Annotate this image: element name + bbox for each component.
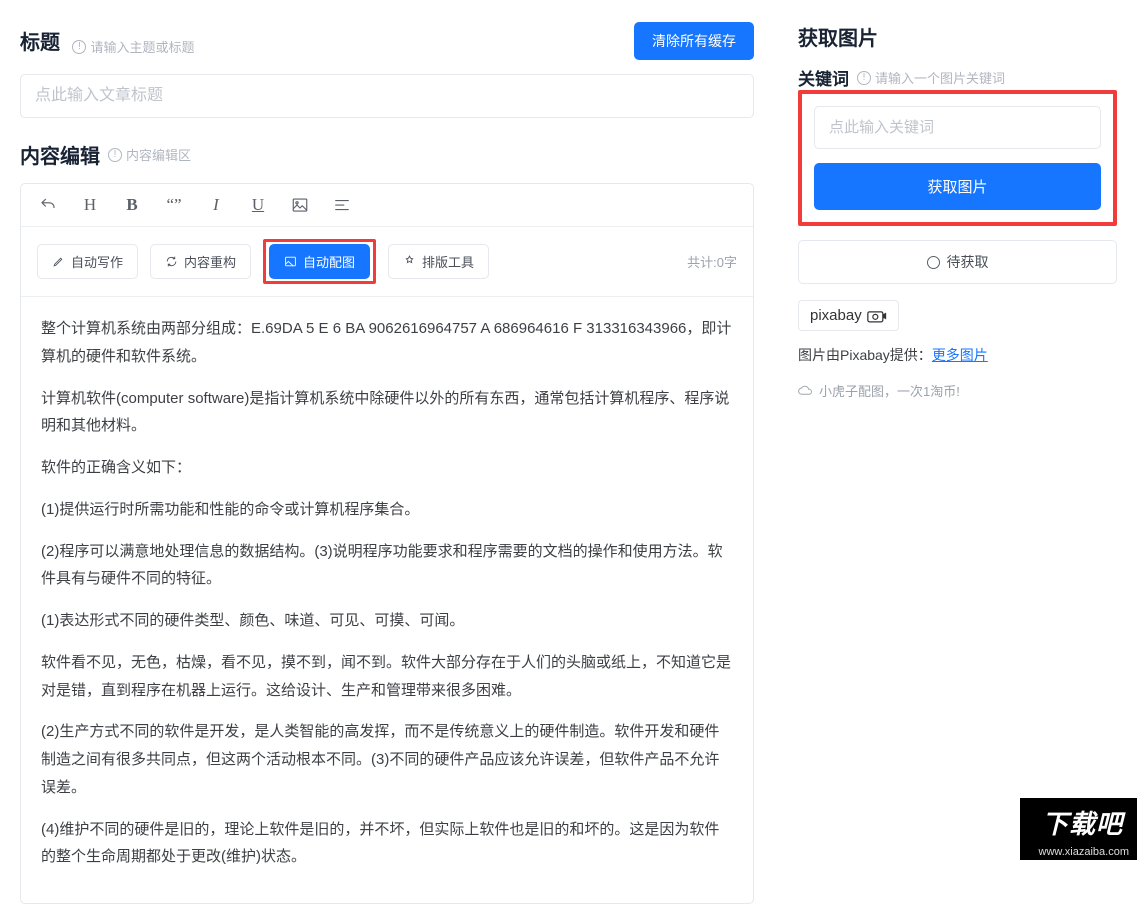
quote-button[interactable]: “” (163, 194, 185, 216)
paragraph: 整个计算机系统由两部分组成：E.69DA 5 E 6 BA 9062616964… (41, 315, 733, 371)
title-section-header: 标题 ! 请输入主题或标题 清除所有缓存 (20, 22, 754, 60)
align-button[interactable] (331, 194, 353, 216)
paragraph: 软件的正确含义如下： (41, 454, 733, 482)
undo-button[interactable] (37, 194, 59, 216)
image-button[interactable] (289, 194, 311, 216)
article-title-input[interactable] (20, 74, 754, 118)
paragraph: (2)程序可以满意地处理信息的数据结构。(3)说明程序功能要求和程序需要的文档的… (41, 538, 733, 594)
image-icon (284, 255, 297, 268)
format-toolbar: H B “” I U (21, 184, 753, 227)
editor-container: H B “” I U 自动写作 内容重构 自动配图 (20, 183, 754, 904)
keyword-hint: ! 请输入一个图片关键词 (857, 68, 1005, 87)
paragraph: (2)生产方式不同的软件是开发，是人类智能的高发挥，而不是传统意义上的硬件制造。… (41, 718, 733, 801)
heading-button[interactable]: H (79, 194, 101, 216)
editor-section-header: 内容编辑 ! 内容编辑区 (20, 140, 754, 169)
paragraph: (1)表达形式不同的硬件类型、颜色、味道、可见、可摸、可闻。 (41, 607, 733, 635)
more-images-link[interactable]: 更多图片 (932, 347, 988, 363)
keyword-highlight-box: 获取图片 (798, 90, 1117, 226)
keyword-header: 关键词 ! 请输入一个图片关键词 (798, 65, 1117, 90)
info-icon: ! (108, 148, 122, 162)
watermark: 下载吧 www.xiazaiba.com (1020, 798, 1137, 860)
keyword-input[interactable] (814, 106, 1101, 149)
action-toolbar: 自动写作 内容重构 自动配图 排版工具 共计:0字 (21, 227, 753, 297)
paragraph: 软件看不见，无色，枯燥，看不见，摸不到，闻不到。软件大部分存在于人们的头脑或纸上… (41, 649, 733, 705)
tip-line: 小虎子配图，一次1淘币! (798, 381, 1117, 400)
main-panel: 标题 ! 请输入主题或标题 清除所有缓存 内容编辑 ! 内容编辑区 H B “”… (0, 0, 774, 860)
restructure-button[interactable]: 内容重构 (150, 244, 251, 279)
bold-button[interactable]: B (121, 194, 143, 216)
paragraph: (1)提供运行时所需功能和性能的命令或计算机程序集合。 (41, 496, 733, 524)
tool-icon (403, 255, 416, 268)
auto-image-button[interactable]: 自动配图 (269, 244, 370, 279)
fetch-image-button[interactable]: 获取图片 (814, 163, 1101, 210)
layout-tool-button[interactable]: 排版工具 (388, 244, 489, 279)
italic-button[interactable]: I (205, 194, 227, 216)
clear-cache-button[interactable]: 清除所有缓存 (634, 22, 754, 60)
highlight-box: 自动配图 (263, 239, 376, 284)
paragraph: (4)维护不同的硬件是旧的，理论上软件是旧的，并不坏，但实际上软件也是旧的和坏的… (41, 816, 733, 872)
fetch-title: 获取图片 (798, 22, 878, 51)
credit-line: 图片由Pixabay提供：更多图片 (798, 345, 1117, 365)
editor-content[interactable]: 整个计算机系统由两部分组成：E.69DA 5 E 6 BA 9062616964… (21, 297, 753, 903)
circle-icon (927, 256, 940, 269)
auto-write-button[interactable]: 自动写作 (37, 244, 138, 279)
pending-status[interactable]: 待获取 (798, 240, 1117, 284)
cloud-icon (798, 385, 813, 396)
watermark-logo: 下载吧 (1020, 798, 1137, 844)
pixabay-badge: pixabay (798, 300, 899, 331)
info-icon: ! (857, 71, 871, 85)
camera-icon (867, 309, 887, 323)
fetch-header: 获取图片 (798, 22, 1117, 51)
refresh-icon (165, 255, 178, 268)
sidebar-panel: 获取图片 关键词 ! 请输入一个图片关键词 获取图片 待获取 pixabay 图… (774, 0, 1137, 860)
editor-hint: ! 内容编辑区 (108, 145, 191, 164)
word-count: 共计:0字 (687, 252, 737, 271)
editor-label: 内容编辑 (20, 140, 100, 169)
title-hint: ! 请输入主题或标题 (72, 37, 194, 56)
pencil-icon (52, 255, 65, 268)
title-label: 标题 (20, 32, 60, 54)
watermark-url: www.xiazaiba.com (1020, 844, 1137, 860)
underline-button[interactable]: U (247, 194, 269, 216)
keyword-label: 关键词 (798, 65, 849, 90)
info-icon: ! (72, 40, 86, 54)
paragraph: 计算机软件(computer software)是指计算机系统中除硬件以外的所有… (41, 385, 733, 441)
